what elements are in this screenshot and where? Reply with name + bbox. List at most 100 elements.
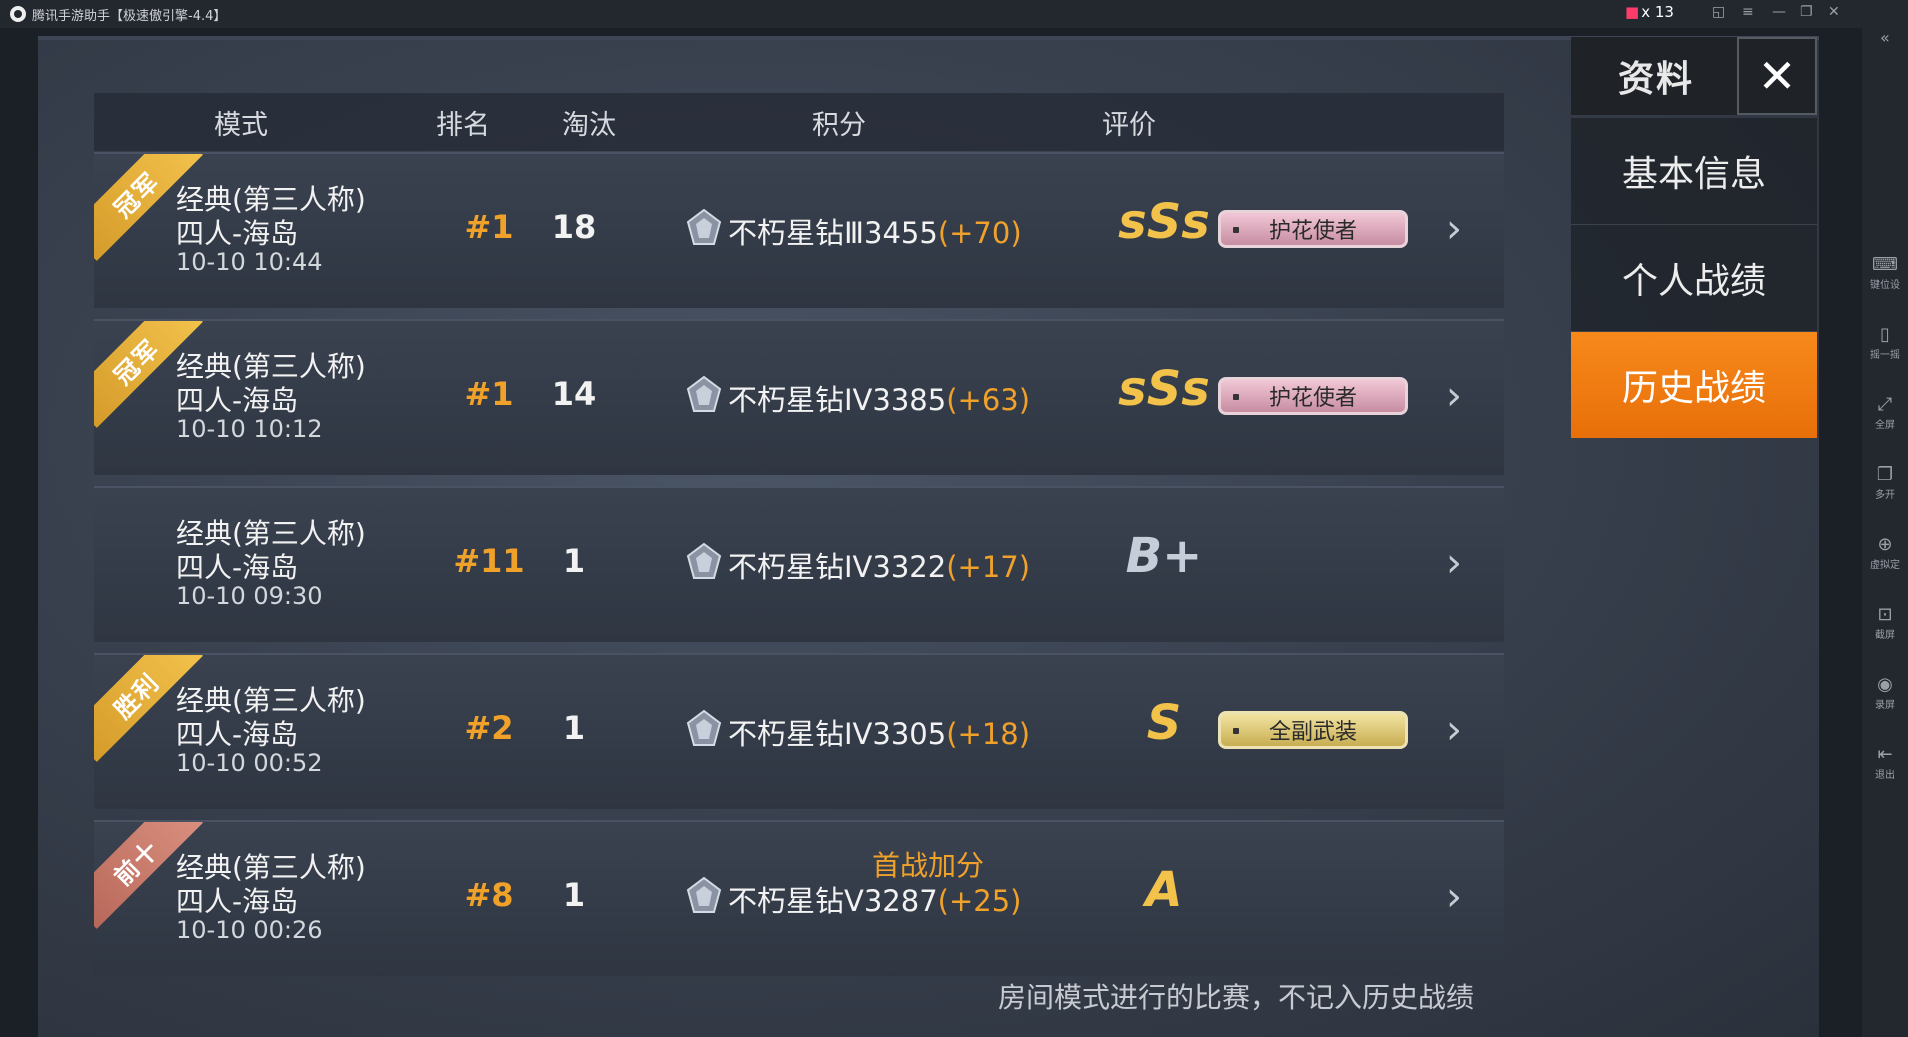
tab-match-history[interactable]: 历史战绩 xyxy=(1571,332,1817,438)
match-score: 不朽星钻Ⅲ3455(+70) xyxy=(728,210,1022,252)
tag-label: 全副武装 xyxy=(1268,720,1357,745)
match-row[interactable]: 冠军 经典(第三人称) 四人-海岛 10-10 10:12 #1 14 不朽星钻… xyxy=(94,319,1504,475)
match-row[interactable]: 冠军 经典(第三人称) 四人-海岛 10-10 10:44 #1 18 不朽星钻… xyxy=(94,152,1504,308)
match-map: 四人-海岛 xyxy=(176,384,299,417)
match-row[interactable]: 前十 经典(第三人称) 四人-海岛 10-10 00:26 #8 1 首战加分 … xyxy=(94,820,1504,976)
match-rank: #1 xyxy=(464,208,514,246)
sidebar-screenshot[interactable]: ⊡ 截屏 xyxy=(1862,604,1908,641)
match-row[interactable]: 经典(第三人称) 四人-海岛 10-10 09:30 #11 1 不朽星钻IV3… xyxy=(94,486,1504,642)
header-kills: 淘汰 xyxy=(562,110,616,141)
gift-count: x 13 xyxy=(1641,3,1674,21)
match-grade: sSs xyxy=(1118,194,1210,250)
chevron-right-icon[interactable]: › xyxy=(1446,874,1462,920)
match-kills: 18 xyxy=(551,208,597,246)
sidebar-multi[interactable]: ❐ 多开 xyxy=(1862,464,1908,501)
match-rank: #11 xyxy=(453,542,525,580)
score-points: 3305 xyxy=(872,717,947,751)
match-kills: 1 xyxy=(562,876,586,914)
tier-badge-icon xyxy=(686,542,722,579)
app-logo-icon xyxy=(10,6,26,22)
screenshot-icon: ⊡ xyxy=(1877,604,1893,625)
match-score: 不朽星钻IV3385(+63) xyxy=(728,377,1030,419)
sidebar-record[interactable]: ◉ 录屏 xyxy=(1862,674,1908,711)
chevron-right-icon[interactable]: › xyxy=(1446,707,1462,753)
multi-window-icon: ❐ xyxy=(1876,464,1894,485)
tag-dot-icon xyxy=(1233,227,1239,233)
match-grade: B+ xyxy=(1125,528,1203,584)
match-row[interactable]: 胜利 经典(第三人称) 四人-海岛 10-10 00:52 #2 1 不朽星钻I… xyxy=(94,653,1504,809)
minimize-icon[interactable]: — xyxy=(1772,4,1786,20)
collapse-sidebar-icon[interactable]: « xyxy=(1880,28,1890,47)
chevron-right-icon[interactable]: › xyxy=(1446,373,1462,419)
score-points: 3287 xyxy=(863,884,938,918)
tab-basic-info[interactable]: 基本信息 xyxy=(1571,118,1817,225)
tag-label: 护花使者 xyxy=(1268,219,1357,244)
match-rank: #8 xyxy=(464,876,514,914)
screen-icon[interactable]: ◱ xyxy=(1712,4,1725,20)
tag-dot-icon xyxy=(1233,394,1239,400)
panel-title: 资料 xyxy=(1571,37,1741,115)
tier-name: 不朽星钻IV xyxy=(728,550,873,584)
header-score: 积分 xyxy=(812,110,866,141)
sidebar-fullscreen[interactable]: ⤢ 全屏 xyxy=(1862,394,1908,431)
footer-note: 房间模式进行的比赛，不记入历史战绩 xyxy=(998,981,1475,1014)
header-rank: 排名 xyxy=(436,110,490,141)
score-delta: (+18) xyxy=(946,717,1031,751)
game-screen: 模式 排名 淘汰 积分 评价 冠军 经典(第三人称) 四人-海岛 10-10 1… xyxy=(38,36,1819,1037)
tier-name: 不朽星钻Ⅲ xyxy=(728,216,864,250)
match-datetime: 10-10 10:12 xyxy=(176,415,323,443)
menu-icon[interactable]: ≡ xyxy=(1742,4,1754,20)
keyboard-icon: ⌨ xyxy=(1872,254,1898,275)
match-map: 四人-海岛 xyxy=(176,718,299,751)
fullscreen-icon: ⤢ xyxy=(1877,394,1893,415)
tab-personal-stats[interactable]: 个人战绩 xyxy=(1571,225,1817,332)
match-datetime: 10-10 09:30 xyxy=(176,582,323,610)
restore-icon[interactable]: ❐ xyxy=(1800,4,1813,20)
header-mode: 模式 xyxy=(214,110,268,141)
match-datetime: 10-10 00:52 xyxy=(176,749,323,777)
close-window-icon[interactable]: ✕ xyxy=(1828,4,1840,20)
match-grade: sSs xyxy=(1118,361,1210,417)
match-grade: A xyxy=(1145,862,1183,918)
match-title-tag: 护花使者 xyxy=(1218,377,1408,415)
sidebar-shake[interactable]: ▯ 摇一摇 xyxy=(1862,324,1908,361)
match-rank: #1 xyxy=(464,375,514,413)
tier-badge-icon xyxy=(686,208,722,245)
shake-icon: ▯ xyxy=(1880,324,1890,345)
match-kills: 1 xyxy=(562,709,586,747)
chevron-right-icon[interactable]: › xyxy=(1446,206,1462,252)
tier-badge-icon xyxy=(686,375,722,412)
tier-badge-icon xyxy=(686,876,722,913)
sidebar-exit[interactable]: ⇤ 退出 xyxy=(1862,744,1908,781)
score-delta: (+63) xyxy=(946,383,1031,417)
match-datetime: 10-10 10:44 xyxy=(176,248,323,276)
close-icon[interactable]: ✕ xyxy=(1737,37,1817,115)
gift-button[interactable]: ■ x 13 xyxy=(1625,3,1674,21)
score-delta: (+70) xyxy=(937,216,1022,250)
match-grade: S xyxy=(1146,695,1182,751)
location-icon: ⊕ xyxy=(1877,534,1893,555)
chevron-right-icon[interactable]: › xyxy=(1446,540,1462,586)
sidebar-keymap[interactable]: ⌨ 键位设 xyxy=(1862,254,1908,291)
match-score: 不朽星钻Ⅴ3287(+25) xyxy=(728,878,1021,920)
window-title: 腾讯手游助手【极速傲引擎-4.4】 xyxy=(32,8,227,24)
match-map: 四人-海岛 xyxy=(176,885,299,918)
tag-label: 护花使者 xyxy=(1268,386,1357,411)
score-points: 3385 xyxy=(872,383,947,417)
match-kills: 1 xyxy=(562,542,586,580)
top-stripe xyxy=(38,36,1819,40)
score-delta: (+25) xyxy=(937,884,1022,918)
gift-icon: ■ xyxy=(1625,3,1640,21)
score-points: 3322 xyxy=(872,550,947,584)
tier-name: 不朽星钻Ⅴ xyxy=(728,884,864,918)
match-title-tag: 护花使者 xyxy=(1218,210,1408,248)
match-kills: 14 xyxy=(551,375,597,413)
window-titlebar: 腾讯手游助手【极速傲引擎-4.4】 ■ x 13 ◱ ≡ — ❐ ✕ xyxy=(0,0,1908,28)
exit-icon: ⇤ xyxy=(1877,744,1893,765)
sidebar-location[interactable]: ⊕ 虚拟定 xyxy=(1862,534,1908,571)
tier-name: 不朽星钻IV xyxy=(728,717,873,751)
score-delta: (+17) xyxy=(946,550,1031,584)
score-points: 3455 xyxy=(864,216,938,250)
match-score: 不朽星钻IV3322(+17) xyxy=(728,544,1030,586)
table-header: 模式 排名 淘汰 积分 评价 xyxy=(94,93,1504,151)
